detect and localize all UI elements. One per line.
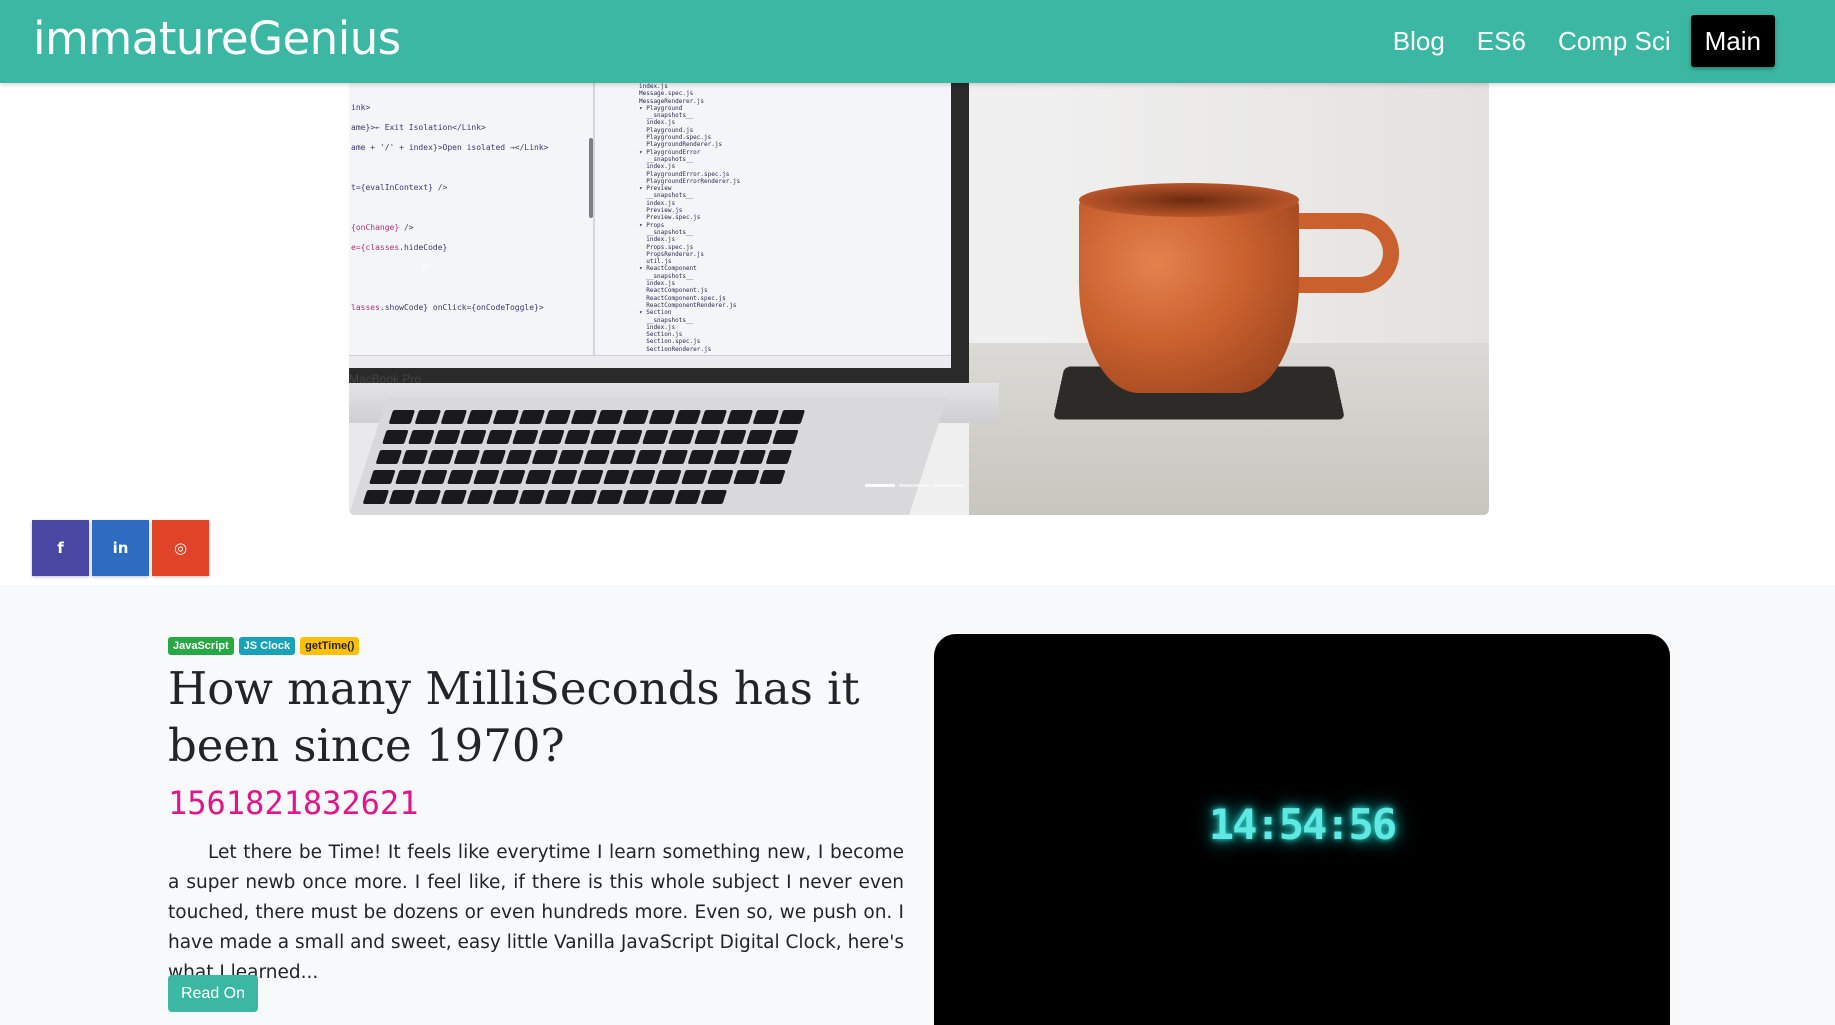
tag-js-clock[interactable]: JS Clock [238,637,296,655]
article-tags: JavaScript JS Clock getTime() [168,637,360,655]
article-excerpt: Let there be Time! It feels like everyti… [168,842,904,983]
social-share-bar: f in ◎ [32,520,209,576]
tag-javascript[interactable]: JavaScript [168,637,234,655]
instagram-icon: ◎ [173,539,188,557]
instagram-share-button[interactable]: ◎ [152,520,209,576]
hero-macbook-label: MacBook Pro [349,372,422,386]
milliseconds-counter: 1561821832621 [168,784,419,822]
tag-gettime[interactable]: getTime() [300,637,360,655]
hero-file-tree: index.js Message.spec.js MessageRenderer… [639,83,741,353]
carousel-indicator-3[interactable] [933,484,963,487]
hero-laptop-screen: ink> ame}>← Exit Isolation</Link> ame + … [349,83,951,368]
brand-logo[interactable]: immatureGenius [33,12,401,65]
nav-link-comp-sci[interactable]: Comp Sci [1546,15,1683,67]
read-on-button[interactable]: Read On [168,975,258,1012]
carousel-indicators [865,484,963,487]
nav-link-blog[interactable]: Blog [1381,15,1457,67]
hero-code-editor: ink> ame}>← Exit Isolation</Link> ame + … [351,103,549,312]
carousel-prev-icon[interactable]: ‹ [419,251,430,284]
digital-clock-time: 14:54:56 [1208,800,1397,849]
digital-clock-card: 14:54:56 [934,634,1670,1025]
nav-links: Blog ES6 Comp Sci Main [1373,15,1775,67]
carousel-indicator-2[interactable] [899,484,929,487]
hero-coffee-cup [1079,193,1299,393]
hero-cup-rim [1079,183,1299,217]
facebook-share-button[interactable]: f [32,520,89,576]
facebook-icon: f [57,539,64,557]
carousel-indicator-1[interactable] [865,484,895,487]
nav-link-es6[interactable]: ES6 [1465,15,1538,67]
nav-link-main[interactable]: Main [1690,15,1775,67]
hero-carousel[interactable]: ink> ame}>← Exit Isolation</Link> ame + … [349,83,1489,515]
linkedin-share-button[interactable]: in [92,520,149,576]
hero-keyboard [349,398,948,515]
top-navbar: immatureGenius Blog ES6 Comp Sci Main [0,0,1835,83]
article-title: How many MilliSeconds has it been since … [168,662,860,772]
linkedin-icon: in [112,539,129,557]
